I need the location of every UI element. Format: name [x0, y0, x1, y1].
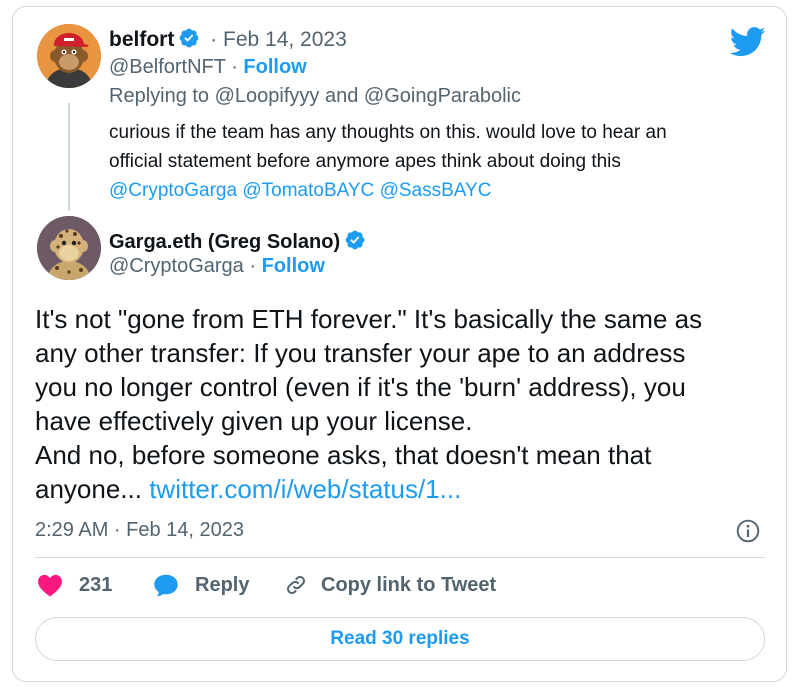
tweet-status-link[interactable]: twitter.com/i/web/status/1... [149, 474, 461, 504]
main-text-line: And no, before someone asks, that doesn'… [35, 440, 652, 470]
divider [35, 557, 765, 558]
reply-text-line: official statement before anymore apes t… [109, 151, 621, 172]
mention-sassbayc[interactable]: @SassBAYC [380, 180, 492, 201]
mention-cryptogarga[interactable]: @CryptoGarga [109, 180, 237, 201]
main-text-line: It's not "gone from ETH forever." It's b… [35, 304, 703, 334]
reply-bubble-icon [154, 574, 178, 597]
tweet-timestamp[interactable]: 2:29 AM · Feb 14, 2023 [35, 519, 244, 542]
main-text-line: have effectively given up your license. [35, 406, 473, 436]
verified-badge-icon [345, 230, 365, 250]
reply-author-name[interactable]: belfort [109, 28, 174, 51]
separator-dot: · [231, 56, 238, 78]
replying-user-loopifyyy[interactable]: @Loopifyyy [215, 85, 320, 107]
replying-and: and [319, 85, 364, 107]
main-tweet-text: It's not "gone from ETH forever." It's b… [35, 302, 702, 506]
heart-icon [38, 574, 62, 597]
replying-to-line: Replying to @Loopifyyy and @GoingParabol… [109, 85, 521, 108]
follow-garga-link[interactable]: Follow [262, 255, 325, 277]
main-author-handle[interactable]: @CryptoGarga [109, 255, 244, 277]
read-replies-label: Read 30 replies [330, 628, 470, 649]
read-replies-button[interactable]: Read 30 replies [35, 617, 765, 661]
ape-avatar-image [37, 24, 101, 88]
thread-connector-line [68, 103, 70, 211]
like-count: 231 [79, 573, 113, 596]
main-author-name[interactable]: Garga.eth (Greg Solano) [109, 231, 340, 253]
reply-action[interactable]: Reply [153, 573, 249, 597]
link-icon [287, 576, 305, 594]
like-action[interactable]: 231 [37, 573, 112, 597]
separator-dot: · [249, 255, 257, 277]
follow-belfort-link[interactable]: Follow [243, 56, 306, 78]
twitter-bird-icon[interactable] [730, 27, 766, 57]
copy-link-action[interactable]: Copy link to Tweet [283, 573, 496, 597]
copy-link-label: Copy link to Tweet [321, 573, 497, 596]
main-text-line: you no longer control (even if it's the … [35, 372, 686, 402]
verified-badge-icon [179, 28, 199, 48]
belfort-avatar[interactable] [37, 24, 101, 88]
reply-label: Reply [195, 573, 250, 596]
reply-date[interactable]: · Feb 14, 2023 [210, 28, 347, 51]
reply-tweet-text: curious if the team has any thoughts on … [109, 118, 667, 205]
garga-avatar[interactable] [37, 216, 101, 280]
main-text-line: anyone... [35, 474, 150, 504]
info-icon[interactable] [735, 518, 761, 544]
main-text-line: any other transfer: If you transfer your… [35, 338, 686, 368]
reply-author-handle[interactable]: @BelfortNFT [109, 56, 226, 78]
replying-prefix: Replying to [109, 85, 215, 107]
reply-text-line: curious if the team has any thoughts on … [109, 122, 667, 143]
tweet-embed-card: belfort · Feb 14, 2023 @BelfortNFT · Fol… [12, 6, 787, 682]
leopard-ape-avatar-image [37, 216, 101, 280]
mention-tomatobayc[interactable]: @TomatoBAYC [242, 180, 374, 201]
replying-user-goingparabolic[interactable]: @GoingParabolic [364, 85, 521, 107]
